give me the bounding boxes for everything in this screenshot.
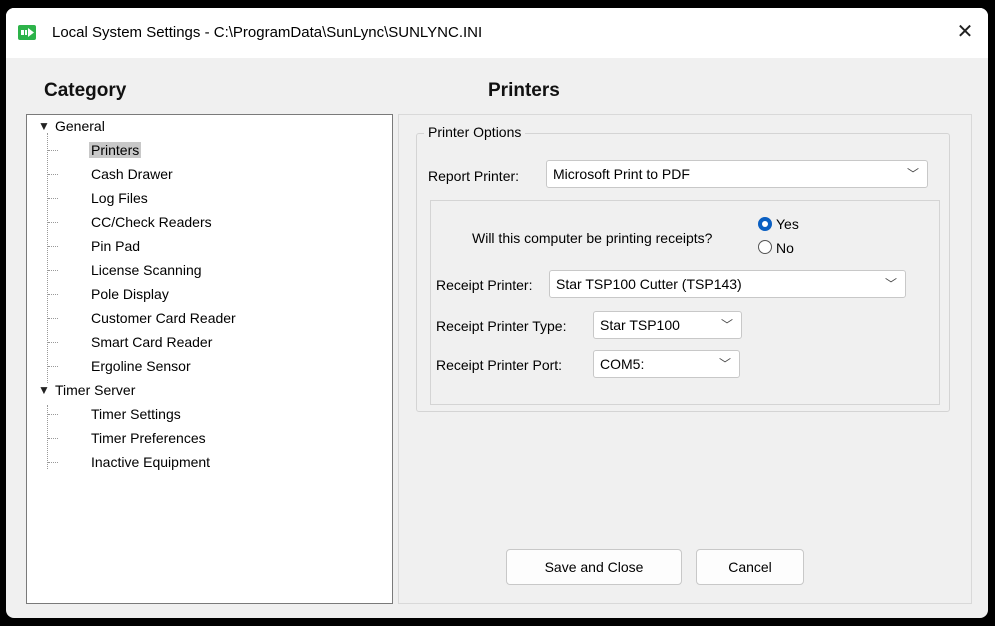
chevron-down-icon: ﹀ xyxy=(884,277,897,291)
tree-line xyxy=(48,366,58,367)
receipt-printer-port-value: COM5: xyxy=(600,356,645,372)
tree-item-cc-check-readers[interactable]: CC/Check Readers xyxy=(91,211,212,233)
tree-item-license-scanning[interactable]: License Scanning xyxy=(91,259,202,281)
tree-line xyxy=(48,462,58,463)
receipt-printer-label: Receipt Printer: xyxy=(436,277,533,293)
printers-heading: Printers xyxy=(488,80,560,101)
close-button[interactable]: ✕ xyxy=(942,8,988,54)
close-icon: ✕ xyxy=(956,20,974,43)
app-icon xyxy=(18,25,36,40)
tree-item-label: Log Files xyxy=(91,190,148,206)
tree-item-timer-settings[interactable]: Timer Settings xyxy=(91,403,181,425)
tree-line xyxy=(47,133,48,383)
tree-item-inactive-equipment[interactable]: Inactive Equipment xyxy=(91,451,210,473)
receipt-printer-select[interactable]: Star TSP100 Cutter (TSP143) ﹀ xyxy=(549,270,906,298)
tree-item-label: General xyxy=(55,118,105,134)
receipt-printer-port-select[interactable]: COM5: ﹀ xyxy=(593,350,740,378)
tree-item-label: Timer Preferences xyxy=(91,430,206,446)
chevron-down-icon[interactable]: ▼ xyxy=(37,119,51,133)
report-printer-label: Report Printer: xyxy=(428,168,520,184)
tree-item-timer-preferences[interactable]: Timer Preferences xyxy=(91,427,206,449)
tree-item-log-files[interactable]: Log Files xyxy=(91,187,148,209)
tree-item-printers[interactable]: Printers xyxy=(89,139,142,161)
settings-window: Local System Settings - C:\ProgramData\S… xyxy=(6,8,988,618)
yes-radio[interactable] xyxy=(758,217,772,231)
report-printer-value: Microsoft Print to PDF xyxy=(553,166,690,182)
tree-line xyxy=(48,222,58,223)
receipt-printer-type-select[interactable]: Star TSP100 ﹀ xyxy=(593,311,742,339)
yes-label: Yes xyxy=(776,216,799,232)
tree-line xyxy=(48,414,58,415)
tree-line xyxy=(48,198,58,199)
receipt-printer-type-value: Star TSP100 xyxy=(600,317,680,333)
chevron-down-icon: ﹀ xyxy=(906,167,919,181)
tree-item-label: Timer Settings xyxy=(91,406,181,422)
tree-item-ergoline-sensor[interactable]: Ergoline Sensor xyxy=(91,355,191,377)
tree-line xyxy=(48,342,58,343)
chevron-down-icon: ﹀ xyxy=(720,318,733,332)
tree-item-customer-card-reader[interactable]: Customer Card Reader xyxy=(91,307,236,329)
title-bar[interactable]: Local System Settings - C:\ProgramData\S… xyxy=(6,8,988,58)
category-tree[interactable]: ▼ General Printers Cash Drawer Log Files… xyxy=(26,114,393,604)
tree-item-label: License Scanning xyxy=(91,262,202,278)
cancel-button[interactable]: Cancel xyxy=(696,549,804,585)
window-title: Local System Settings - C:\ProgramData\S… xyxy=(52,24,483,41)
tree-item-pin-pad[interactable]: Pin Pad xyxy=(91,235,140,257)
chevron-down-icon[interactable]: ▼ xyxy=(37,383,51,397)
receipt-printer-value: Star TSP100 Cutter (TSP143) xyxy=(556,276,742,292)
tree-item-timer-server[interactable]: Timer Server xyxy=(55,379,135,401)
tree-item-label: CC/Check Readers xyxy=(91,214,212,230)
tree-item-label: Inactive Equipment xyxy=(91,454,211,470)
tree-line xyxy=(48,294,58,295)
report-printer-select[interactable]: Microsoft Print to PDF ﹀ xyxy=(546,160,928,188)
tree-item-label: Timer Server xyxy=(55,382,136,398)
no-label: No xyxy=(776,240,794,256)
tree-line xyxy=(48,246,58,247)
tree-item-label: Customer Card Reader xyxy=(91,310,236,326)
chevron-down-icon: ﹀ xyxy=(718,357,731,371)
tree-item-smart-card-reader[interactable]: Smart Card Reader xyxy=(91,331,212,353)
tree-line xyxy=(48,150,58,151)
tree-item-label: Pin Pad xyxy=(91,238,141,254)
category-heading: Category xyxy=(44,80,127,101)
tree-line xyxy=(48,318,58,319)
tree-item-label: Printers xyxy=(89,142,142,158)
tree-item-label: Pole Display xyxy=(91,286,169,302)
tree-item-label: Cash Drawer xyxy=(91,166,173,182)
tree-item-label: Smart Card Reader xyxy=(91,334,213,350)
tree-line xyxy=(48,438,58,439)
tree-item-general[interactable]: General xyxy=(55,115,105,137)
tree-item-pole-display[interactable]: Pole Display xyxy=(91,283,169,305)
tree-item-cash-drawer[interactable]: Cash Drawer xyxy=(91,163,173,185)
tree-line xyxy=(48,174,58,175)
receipts-question: Will this computer be printing receipts? xyxy=(472,230,713,246)
no-radio[interactable] xyxy=(758,240,772,254)
printer-options-title: Printer Options xyxy=(424,124,526,140)
receipt-printer-port-label: Receipt Printer Port: xyxy=(436,357,563,373)
save-and-close-button[interactable]: Save and Close xyxy=(506,549,682,585)
tree-item-label: Ergoline Sensor xyxy=(91,358,191,374)
receipt-printer-type-label: Receipt Printer Type: xyxy=(436,318,567,334)
tree-line xyxy=(48,270,58,271)
